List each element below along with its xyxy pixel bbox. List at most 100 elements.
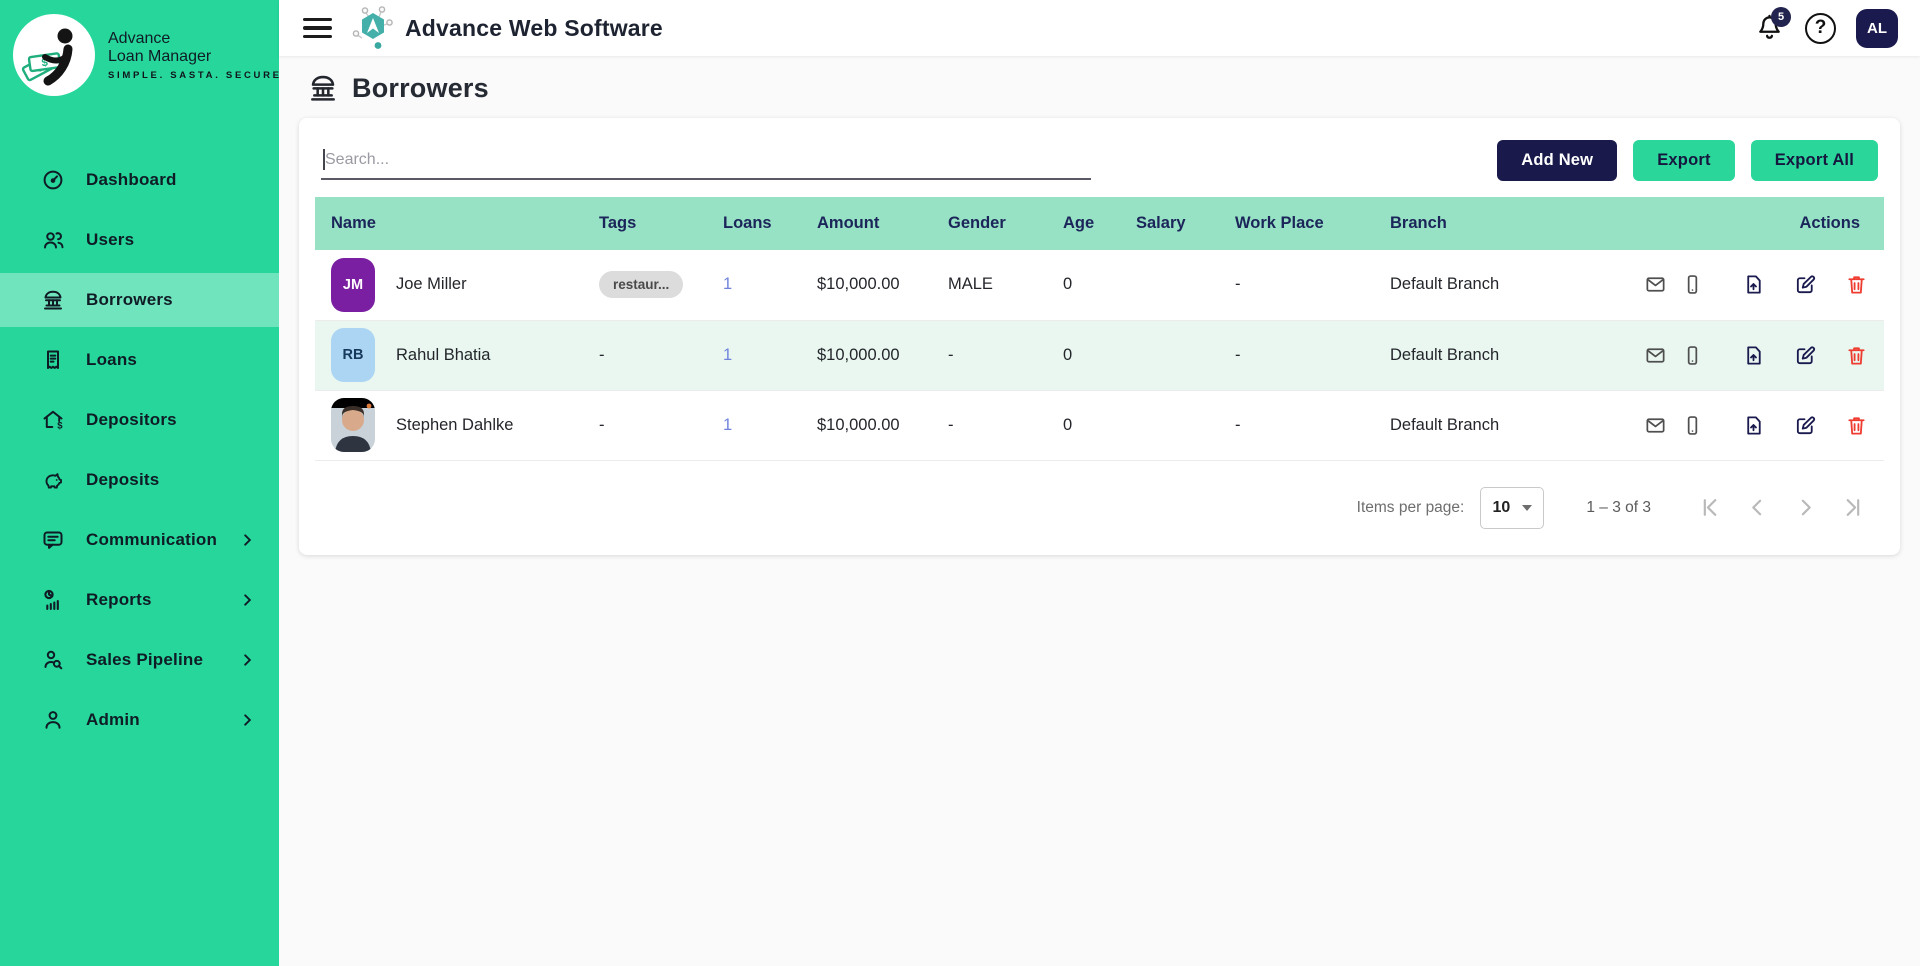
- export-all-button[interactable]: Export All: [1751, 140, 1878, 181]
- person-icon: [40, 707, 66, 733]
- upload-file-icon: [1742, 414, 1765, 437]
- report-chart-icon: [40, 587, 66, 613]
- chevron-right-icon: [240, 533, 255, 548]
- sidebar-item-label: Dashboard: [86, 170, 177, 190]
- sidebar-item-depositors[interactable]: $ Depositors: [0, 393, 279, 447]
- send-sms-button[interactable]: [1681, 344, 1704, 367]
- sidebar-item-sales-pipeline[interactable]: Sales Pipeline: [0, 633, 279, 687]
- chat-bubble-icon: [40, 527, 66, 553]
- column-header-name: Name: [315, 197, 595, 250]
- amount-cell: $10,000.00: [813, 250, 944, 320]
- column-header-gender: Gender: [944, 197, 1059, 250]
- delete-button[interactable]: [1845, 273, 1868, 296]
- borrower-name: Stephen Dahlke: [396, 416, 513, 435]
- sidebar-item-dashboard[interactable]: Dashboard: [0, 153, 279, 207]
- previous-page-button[interactable]: [1745, 495, 1770, 520]
- sidebar-item-admin[interactable]: Admin: [0, 693, 279, 747]
- send-email-button[interactable]: [1644, 414, 1667, 437]
- sidebar-item-users[interactable]: Users: [0, 213, 279, 267]
- items-per-page-label: Items per page:: [1357, 499, 1465, 517]
- sidebar-item-label: Users: [86, 230, 134, 250]
- loans-count-link[interactable]: 1: [723, 275, 732, 293]
- tags-cell: -: [595, 390, 719, 460]
- table-header-row: Name Tags Loans Amount Gender Age Salary…: [315, 197, 1884, 250]
- sidebar-nav: Dashboard Users Borrowers: [0, 153, 279, 747]
- sidebar-item-communication[interactable]: Communication: [0, 513, 279, 567]
- send-email-button[interactable]: [1644, 273, 1667, 296]
- edit-button[interactable]: [1794, 414, 1817, 437]
- edit-icon: [1794, 414, 1817, 437]
- gender-cell: MALE: [944, 250, 1059, 320]
- borrowers-table: Name Tags Loans Amount Gender Age Salary…: [315, 197, 1884, 461]
- column-header-loans: Loans: [719, 197, 813, 250]
- branch-cell: Default Branch: [1386, 250, 1630, 320]
- piggy-bank-icon: [40, 467, 66, 493]
- chevron-right-icon: [240, 593, 255, 608]
- column-header-amount: Amount: [813, 197, 944, 250]
- sidebar-item-label: Admin: [86, 710, 140, 730]
- logo-title-line2: Loan Manager: [108, 48, 282, 66]
- send-email-button[interactable]: [1644, 344, 1667, 367]
- loan-manager-logo-icon: $ $: [12, 13, 96, 97]
- sidebar-item-reports[interactable]: Reports: [0, 573, 279, 627]
- delete-icon: [1845, 273, 1868, 296]
- sidebar-item-borrowers[interactable]: Borrowers: [0, 273, 279, 327]
- borrowers-card: Add New Export Export All Name Tags Loan…: [299, 118, 1900, 555]
- user-avatar[interactable]: AL: [1856, 9, 1898, 48]
- hamburger-menu-button[interactable]: [303, 12, 333, 44]
- items-per-page-select[interactable]: 10: [1480, 487, 1544, 529]
- text-caret: [323, 149, 325, 170]
- upload-file-button[interactable]: [1742, 344, 1765, 367]
- loans-count-link[interactable]: 1: [723, 346, 732, 364]
- edit-button[interactable]: [1794, 273, 1817, 296]
- loans-count-link[interactable]: 1: [723, 416, 732, 434]
- bank-icon: [307, 72, 339, 104]
- sidebar-item-label: Borrowers: [86, 290, 173, 310]
- delete-button[interactable]: [1845, 344, 1868, 367]
- sidebar-item-label: Depositors: [86, 410, 177, 430]
- send-sms-button[interactable]: [1681, 414, 1704, 437]
- sidebar-item-deposits[interactable]: Deposits: [0, 453, 279, 507]
- edit-icon: [1794, 344, 1817, 367]
- send-sms-button[interactable]: [1681, 273, 1704, 296]
- items-per-page-value: 10: [1492, 499, 1510, 517]
- borrower-name: Joe Miller: [396, 275, 467, 294]
- first-page-button[interactable]: [1697, 495, 1722, 520]
- mail-icon: [1644, 344, 1667, 367]
- app-logo: $ $ Advance Loan Manager SIMPLE. SASTA. …: [0, 0, 279, 107]
- sidebar-item-label: Loans: [86, 350, 137, 370]
- chevron-right-icon: [240, 653, 255, 668]
- help-button[interactable]: ?: [1805, 13, 1836, 44]
- phone-icon: [1681, 273, 1704, 296]
- sidebar-item-loans[interactable]: Loans: [0, 333, 279, 387]
- add-new-button[interactable]: Add New: [1497, 140, 1617, 181]
- export-button[interactable]: Export: [1633, 140, 1734, 181]
- tag-badge: restaur...: [599, 271, 683, 298]
- notification-badge: 5: [1771, 7, 1791, 27]
- edit-button[interactable]: [1794, 344, 1817, 367]
- gender-cell: -: [944, 320, 1059, 390]
- question-mark-icon: ?: [1815, 17, 1827, 39]
- tags-cell: -: [595, 320, 719, 390]
- upload-file-button[interactable]: [1742, 273, 1765, 296]
- edit-icon: [1794, 273, 1817, 296]
- age-cell: 0: [1059, 390, 1132, 460]
- chevron-right-icon: [240, 713, 255, 728]
- notifications-button[interactable]: 5: [1755, 12, 1785, 44]
- column-header-salary: Salary: [1132, 197, 1231, 250]
- column-header-age: Age: [1059, 197, 1132, 250]
- column-header-branch: Branch: [1386, 197, 1630, 250]
- sidebar-item-label: Reports: [86, 590, 152, 610]
- next-page-button[interactable]: [1793, 495, 1818, 520]
- search-input[interactable]: [321, 142, 1091, 180]
- page-range-label: 1 – 3 of 3: [1586, 499, 1651, 517]
- upload-file-button[interactable]: [1742, 414, 1765, 437]
- delete-button[interactable]: [1845, 414, 1868, 437]
- branch-cell: Default Branch: [1386, 390, 1630, 460]
- column-header-tags: Tags: [595, 197, 719, 250]
- users-icon: [40, 227, 66, 253]
- age-cell: 0: [1059, 250, 1132, 320]
- last-page-button[interactable]: [1841, 495, 1866, 520]
- sidebar: $ $ Advance Loan Manager SIMPLE. SASTA. …: [0, 0, 279, 966]
- table-row: Stephen Dahlke - 1 $10,000.00 - 0 - Defa…: [315, 390, 1884, 460]
